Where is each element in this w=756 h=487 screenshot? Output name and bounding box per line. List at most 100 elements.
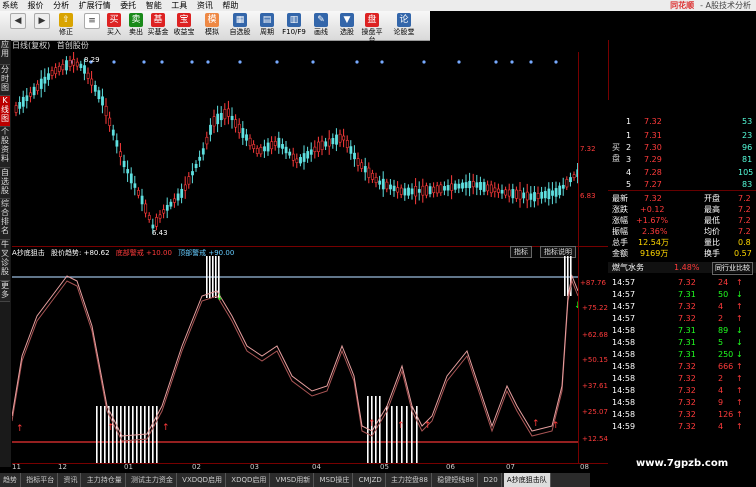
tick-arrow-icon: ↑: [736, 410, 743, 419]
menu-quote[interactable]: 报价: [28, 0, 44, 11]
period-button[interactable]: ▤ 周期: [255, 13, 279, 39]
candle-body: [155, 217, 158, 227]
tab-news[interactable]: 资讯: [60, 473, 82, 487]
tab-vmsd[interactable]: VMSD用新: [273, 473, 315, 487]
candle-body: [86, 72, 90, 79]
back-button[interactable]: ◀: [6, 13, 30, 39]
menu-tools[interactable]: 工具: [171, 0, 187, 11]
buy-arrow-icon: ↑: [16, 424, 24, 434]
tab-vxdqd[interactable]: VXDQD启用: [179, 473, 227, 487]
menu-smart[interactable]: 智能: [146, 0, 162, 11]
signal-bar: [132, 406, 134, 463]
candle-body: [176, 193, 180, 201]
side-tab-more[interactable]: 更多: [0, 281, 10, 302]
tab-msd[interactable]: MSD操庄: [317, 473, 354, 487]
simulate-button[interactable]: 模模拟: [200, 13, 224, 39]
signal-dot: [190, 60, 194, 64]
candle-body: [403, 188, 407, 196]
buy-arrow-icon: ↑: [107, 423, 115, 433]
quote-row: 最新 7.32 开盘 7.2: [612, 194, 751, 203]
menu-analysis[interactable]: 分析: [53, 0, 69, 11]
compare-button[interactable]: 同行业比较: [712, 262, 753, 275]
tick-volume: 250: [718, 350, 734, 359]
tick-row: 14:58 7.31 250 ↓: [608, 349, 756, 360]
arrow-right-icon: ▶: [34, 13, 50, 29]
side-tab-watchlist[interactable]: 自选股: [0, 168, 10, 199]
x-tick: 11: [12, 463, 21, 471]
side-tab-ranking[interactable]: 综合排名: [0, 199, 10, 240]
tab-control[interactable]: 主力控盘88: [388, 473, 432, 487]
candle-body: [126, 169, 130, 174]
sell-button[interactable]: 卖卖出: [124, 13, 148, 39]
tab-platform[interactable]: 指标平台: [23, 473, 59, 487]
side-tab-intraday[interactable]: 分时图: [0, 65, 10, 96]
simulate-icon: 模: [205, 13, 219, 27]
order-row: 4 7.28 105: [626, 168, 754, 177]
candle-body: [223, 109, 227, 120]
signal-dot: [457, 60, 461, 64]
signal-bar: [206, 256, 208, 298]
tick-price: 7.32: [678, 374, 696, 383]
candle-body: [93, 85, 97, 92]
f10-button[interactable]: ▥ F10/F9: [282, 13, 306, 39]
fix-button[interactable]: ⇧ 修正: [54, 13, 78, 39]
tick-row: 14:58 7.32 2 ↑: [608, 373, 756, 384]
tick-arrow-icon: ↓: [736, 338, 743, 347]
tab-holdings[interactable]: 主力持仓量: [84, 473, 126, 487]
sector-pct: 1.48%: [674, 263, 700, 272]
menu-news[interactable]: 资讯: [197, 0, 213, 11]
tick-arrow-icon: ↑: [736, 386, 743, 395]
signal-bar: [124, 406, 126, 463]
candle-body: [97, 90, 101, 100]
signal-dot: [311, 60, 315, 64]
candle-body: [453, 183, 457, 190]
candle-body: [486, 184, 490, 192]
menu-help[interactable]: 帮助: [222, 0, 238, 11]
candle-body: [569, 177, 572, 183]
tick-price: 7.31: [678, 350, 696, 359]
candle-body: [68, 60, 72, 67]
tick-price: 7.31: [678, 326, 696, 335]
buy-fund-button[interactable]: 基买基金: [146, 13, 170, 39]
signal-bar: [100, 406, 102, 463]
arrow-left-icon: ◀: [10, 13, 26, 29]
signal-dot: [554, 60, 558, 64]
buy-icon: 买: [107, 13, 121, 27]
side-tab-kline[interactable]: K线图: [0, 96, 10, 127]
forum-button[interactable]: 论论股堂: [392, 13, 416, 39]
tick-arrow-icon: ↑: [736, 278, 743, 287]
candle-body: [554, 188, 558, 197]
candle-body: [482, 182, 486, 192]
side-tab-diagnose[interactable]: 牛叉诊股: [0, 240, 10, 281]
select-stock-button[interactable]: ▼ 选股: [335, 13, 359, 39]
candle-body: [147, 215, 151, 220]
tick-price: 7.31: [678, 290, 696, 299]
candle-body: [180, 188, 184, 198]
candle-body: [543, 190, 547, 199]
signal-dot: [529, 60, 533, 64]
platform-button[interactable]: 盘操盘平台: [360, 13, 384, 44]
menu-trade[interactable]: 委托: [120, 0, 136, 11]
yield-button[interactable]: 宝收益宝: [172, 13, 196, 39]
candle-body: [533, 192, 536, 202]
candle-body: [349, 146, 353, 154]
side-tab-apps[interactable]: 应用: [0, 40, 10, 65]
candle-body: [83, 65, 86, 74]
menu-extended[interactable]: 扩展行情: [79, 0, 111, 11]
buy-button[interactable]: 买买入: [102, 13, 126, 39]
fwd-button[interactable]: ▶: [30, 13, 54, 39]
side-tab-profile[interactable]: 个股资料: [0, 127, 10, 168]
tab-bottom-sniper[interactable]: A抄底狙击队: [503, 473, 551, 487]
menu-system[interactable]: 系统: [2, 0, 18, 11]
watchlist-button[interactable]: ▦ 自选股: [228, 13, 252, 39]
tab-cmjzd[interactable]: CMJZD: [356, 473, 386, 487]
tab-xdqd[interactable]: XDQD启用: [228, 473, 271, 487]
tab-d20[interactable]: D20: [480, 473, 502, 487]
candle-body: [306, 151, 310, 159]
tab-short[interactable]: 稳健短线88: [434, 473, 479, 487]
drawline-button[interactable]: ✎ 画线: [309, 13, 333, 39]
signal-bar: [567, 256, 569, 296]
tab-capital[interactable]: 测试主力资金: [128, 473, 177, 487]
tab-trend[interactable]: 趋势: [0, 473, 21, 487]
notes-button[interactable]: ≡: [80, 13, 104, 39]
